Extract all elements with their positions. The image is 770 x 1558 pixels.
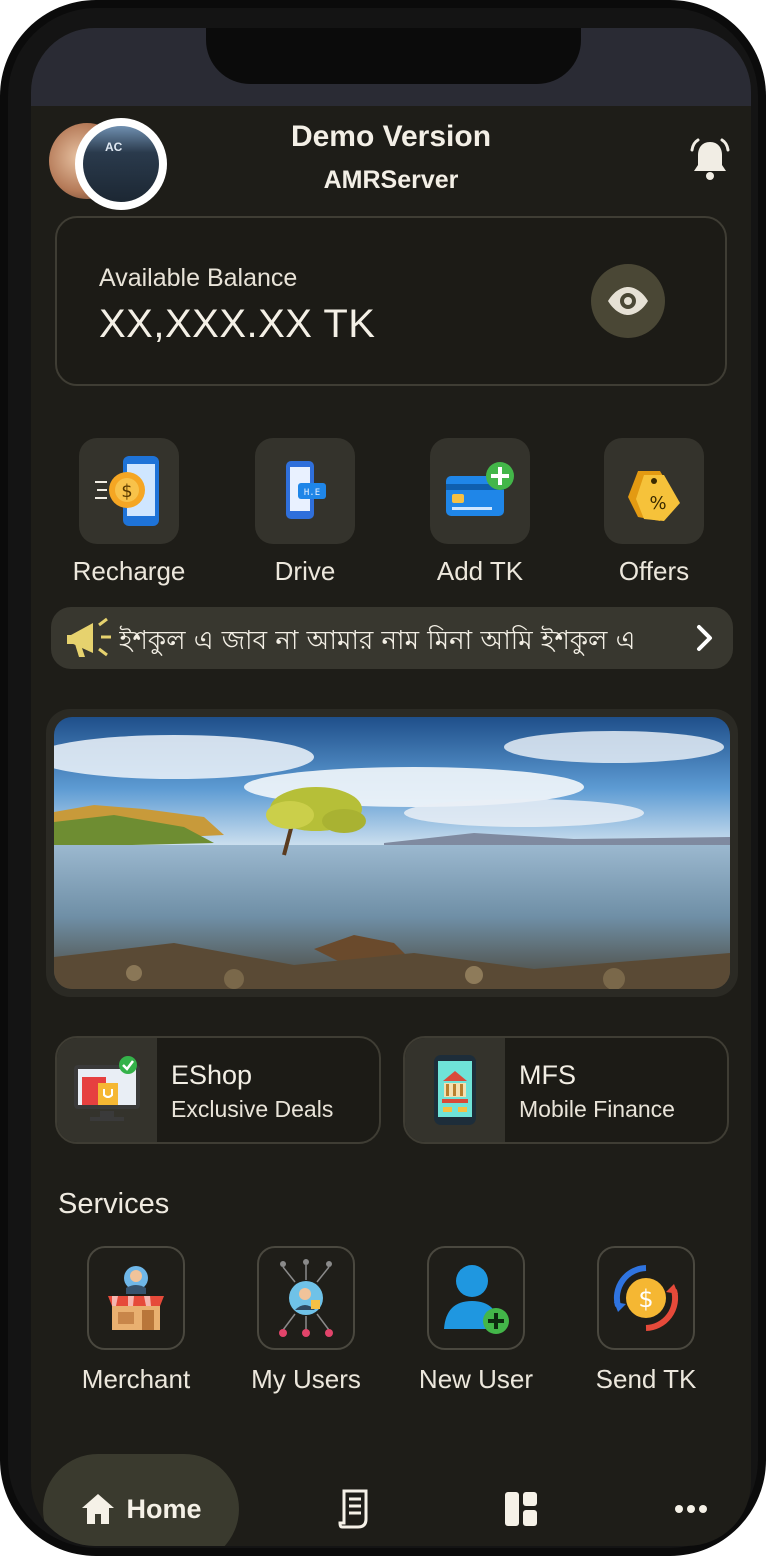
- offers-icon: %: [628, 471, 680, 521]
- balance-card: Available Balance XX,XXX.XX TK: [55, 216, 727, 386]
- offers-tile[interactable]: %: [604, 438, 704, 544]
- nav-receipt-button[interactable]: [335, 1488, 375, 1530]
- service-merchant[interactable]: Merchant: [61, 1246, 211, 1395]
- quick-action-recharge[interactable]: $ Recharge: [59, 438, 199, 587]
- mfs-title: MFS: [519, 1060, 576, 1090]
- eshop-subtitle: Exclusive Deals: [171, 1096, 334, 1122]
- my-users-tile[interactable]: [257, 1246, 355, 1350]
- svg-text:%: %: [649, 493, 666, 514]
- nav-home-button[interactable]: Home: [43, 1454, 239, 1546]
- home-icon: [82, 1494, 115, 1524]
- balance-label: Available Balance: [99, 264, 298, 292]
- app-screen: AC Demo Version AMRServer Available Bala…: [31, 28, 751, 1546]
- mfs-card[interactable]: MFS Mobile Finance: [403, 1036, 729, 1144]
- quick-action-add-tk[interactable]: Add TK: [410, 438, 550, 587]
- add-tk-tile[interactable]: [430, 438, 530, 544]
- send-tk-icon: $: [613, 1265, 679, 1331]
- eshop-card[interactable]: EShop Exclusive Deals: [55, 1036, 381, 1144]
- quick-action-label: Add TK: [436, 556, 524, 586]
- send-tk-tile[interactable]: $: [597, 1246, 695, 1350]
- mfs-icon-tile: [405, 1038, 505, 1142]
- notice-text: ইশকুল এ জাব না আমার নাম মিনা আমি ইশকুল এ: [119, 626, 636, 656]
- phone-frame: AC Demo Version AMRServer Available Bala…: [0, 0, 766, 1556]
- svg-text:H.E: H.E: [304, 488, 320, 498]
- service-my-users[interactable]: My Users: [231, 1246, 381, 1395]
- page-subtitle: AMRServer: [323, 166, 459, 194]
- more-icon: [675, 1505, 707, 1513]
- avatar-label: AC: [105, 140, 123, 154]
- quick-action-drive[interactable]: H.E Drive: [235, 438, 375, 587]
- service-new-user[interactable]: New User: [401, 1246, 551, 1395]
- app-content: AC Demo Version AMRServer Available Bala…: [31, 106, 751, 1546]
- svg-text:$: $: [121, 481, 132, 502]
- quick-action-offers[interactable]: % Offers: [584, 438, 724, 587]
- notification-bell-icon[interactable]: [689, 138, 731, 184]
- quick-action-label: Drive: [274, 556, 336, 586]
- service-label: Merchant: [81, 1364, 191, 1394]
- receipt-icon: [338, 1489, 368, 1529]
- drive-icon: H.E: [286, 461, 326, 519]
- balance-value: XX,XXX.XX TK: [99, 302, 376, 346]
- new-user-tile[interactable]: [427, 1246, 525, 1350]
- merchant-tile[interactable]: [87, 1246, 185, 1350]
- mfs-icon: [434, 1055, 476, 1125]
- eshop-icon: [74, 1056, 140, 1121]
- chevron-right-icon[interactable]: [687, 621, 721, 655]
- svg-text:$: $: [638, 1285, 653, 1313]
- page-title: Demo Version: [290, 120, 492, 153]
- nav-more-button[interactable]: [671, 1488, 711, 1530]
- my-users-icon: [279, 1259, 333, 1337]
- drive-tile[interactable]: H.E: [255, 438, 355, 544]
- services-heading: Services: [58, 1188, 170, 1220]
- quick-action-label: Offers: [618, 556, 690, 586]
- banner-image[interactable]: [54, 717, 730, 989]
- nav-home-label: Home: [126, 1493, 202, 1524]
- avatar-image: AC: [83, 126, 159, 202]
- dashboard-icon: [505, 1492, 537, 1526]
- eye-icon: [608, 287, 648, 315]
- new-user-icon: [444, 1265, 509, 1334]
- toggle-balance-button[interactable]: [591, 264, 665, 338]
- service-label: New User: [418, 1364, 534, 1394]
- mfs-subtitle: Mobile Finance: [519, 1096, 675, 1122]
- service-label: Send TK: [595, 1364, 697, 1394]
- phone-notch: [206, 28, 581, 84]
- service-send-tk[interactable]: $ Send TK: [571, 1246, 721, 1395]
- nav-dashboard-button[interactable]: [501, 1488, 541, 1530]
- add-tk-icon: [446, 462, 514, 516]
- avatar[interactable]: AC: [75, 118, 167, 210]
- banner-carousel[interactable]: [46, 709, 738, 997]
- eshop-title: EShop: [171, 1060, 253, 1090]
- eshop-icon-tile: [57, 1038, 157, 1142]
- phone-bezel: AC Demo Version AMRServer Available Bala…: [8, 8, 758, 1548]
- service-label: My Users: [251, 1364, 361, 1394]
- recharge-tile[interactable]: $: [79, 438, 179, 544]
- merchant-icon: [108, 1266, 164, 1330]
- bottom-nav: Home: [31, 1436, 751, 1546]
- megaphone-icon: [67, 617, 111, 657]
- quick-action-label: Recharge: [72, 556, 186, 586]
- notice-marquee[interactable]: ইশকুল এ জাব না আমার নাম মিনা আমি ইশকুল এ: [51, 607, 733, 669]
- recharge-icon: $: [95, 456, 159, 526]
